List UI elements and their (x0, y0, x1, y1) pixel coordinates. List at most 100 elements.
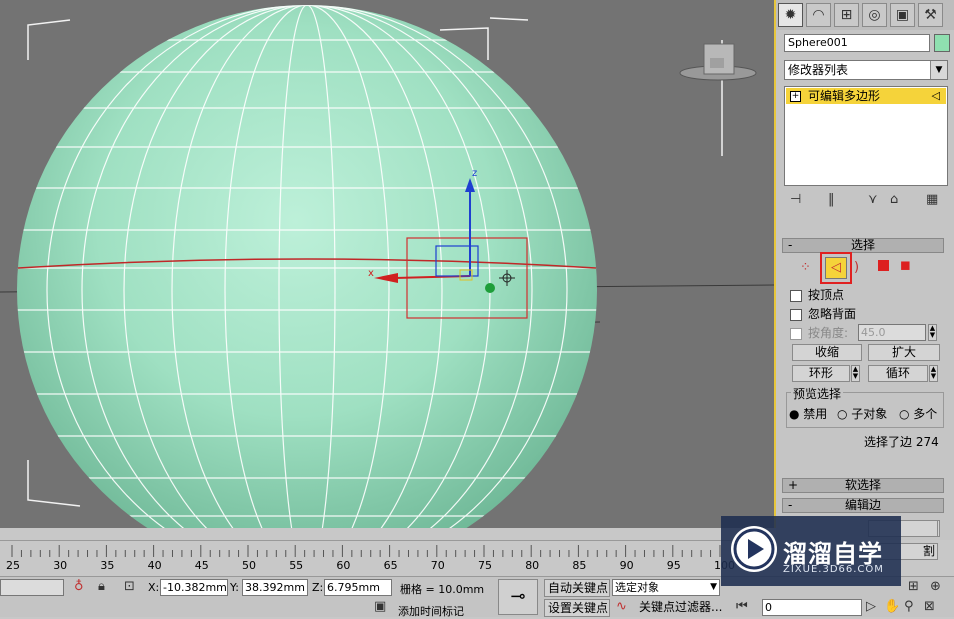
zoom-all-icon[interactable]: ⊕ (930, 579, 941, 594)
utilities-icon: ⚒ (924, 7, 937, 23)
z-coordinate-field[interactable]: 6.795mm (324, 579, 392, 596)
show-end-result-icon[interactable]: ‖ (828, 192, 835, 207)
create-icon: ✹ (784, 7, 797, 23)
make-unique-icon[interactable]: ⋎ (868, 192, 878, 207)
edge-icon[interactable]: ◁ (825, 257, 847, 279)
object-color-swatch[interactable] (934, 34, 950, 52)
selection-status: 选择了边 274 (864, 435, 939, 449)
remove-modifier-icon[interactable]: ⌂ (890, 192, 898, 207)
add-time-tag-label[interactable]: 添加时间标记 (398, 603, 464, 619)
timeline-tick-label: 60 (336, 559, 351, 572)
set-key-button[interactable]: 设置关键点 (544, 599, 610, 617)
preview-selection-title: 预览选择 (791, 385, 844, 402)
object-name-field[interactable]: Sphere001 (784, 34, 930, 52)
edge-subobject-icon: ◁ (931, 89, 940, 102)
perspective-viewport[interactable]: z x (0, 0, 776, 528)
create-tab[interactable]: ✹ (778, 3, 803, 27)
orbit-icon[interactable]: ⚲ (904, 599, 914, 614)
key-filter-curve-icon: ∿ (616, 599, 627, 614)
isolate-icon[interactable]: ♁ (74, 579, 84, 594)
timeline-ruler[interactable]: 253035404550556065707580859095100 (0, 540, 776, 577)
selection-rollout-title: 选择 (850, 238, 875, 252)
hierarchy-tab[interactable]: ⊞ (834, 3, 859, 27)
by-angle-checkbox[interactable] (790, 327, 802, 340)
edit-edges-rollout-header[interactable]: - 编辑边 (782, 498, 944, 513)
utilities-tab[interactable]: ⚒ (918, 3, 943, 27)
absolute-mode-icon[interactable]: ⊡ (124, 579, 135, 594)
timeline-tick-label: 90 (619, 559, 634, 572)
preview-disabled-label: 禁用 (803, 407, 828, 421)
svg-text:x: x (368, 268, 374, 279)
selected-object-dropdown[interactable]: 选定对象 ▼ (612, 579, 720, 596)
preview-multi-radio[interactable]: ○ 多个 (899, 405, 937, 422)
ignore-backfacing-checkbox[interactable] (790, 308, 802, 321)
ring-button[interactable]: 环形 (792, 365, 850, 382)
timeline-tick-label: 70 (430, 559, 445, 572)
shrink-button[interactable]: 收缩 (792, 344, 862, 361)
motion-tab[interactable]: ◎ (862, 3, 887, 27)
lock-icon[interactable]: 🔒︎ (98, 579, 105, 594)
timeline-tick-label: 45 (194, 559, 209, 572)
modify-tab[interactable]: ◠ (806, 3, 831, 27)
grow-button[interactable]: 扩大 (868, 344, 940, 361)
by-angle-row[interactable]: 按角度: (790, 324, 848, 341)
collapse-sign: - (788, 498, 793, 512)
by-vertex-row[interactable]: 按顶点 (790, 286, 844, 303)
timeline-tick-label: 50 (242, 559, 256, 572)
timeline-tick-label: 85 (572, 559, 587, 572)
border-icon[interactable]: ) (854, 260, 859, 275)
vertex-icon[interactable]: ⁘ (800, 260, 811, 275)
configure-sets-icon[interactable]: ▦ (926, 192, 938, 207)
stack-toolbar: ⊣ ‖ ⋎ ⌂ ▦ (784, 190, 948, 212)
zoom-extents-all-icon[interactable]: ⊞ (908, 579, 919, 594)
preview-disabled-radio[interactable]: ● 禁用 (789, 405, 827, 422)
x-label: X: (148, 581, 160, 594)
loop-spinner[interactable]: ▲ ▼ (929, 365, 938, 382)
walk-through-icon[interactable]: ✋ (884, 599, 900, 614)
preview-subobject-radio[interactable]: ○ 子对象 (837, 405, 887, 422)
auto-key-button[interactable]: 自动关键点 (544, 579, 610, 597)
timeline-ticks (11, 545, 721, 557)
display-tab[interactable]: ▣ (890, 3, 915, 27)
polygon-icon[interactable] (878, 260, 889, 271)
pan-view-icon[interactable]: ▷ (866, 599, 876, 614)
modifier-list-dropdown[interactable]: 修改器列表 ▼ (784, 60, 948, 80)
y-label: Y: (230, 581, 239, 594)
ring-spinner[interactable]: ▲ ▼ (851, 365, 860, 382)
set-key-mode-button[interactable]: ⊸ (498, 579, 538, 615)
angle-spinner[interactable]: ▲ ▼ (928, 324, 937, 341)
preview-multi-label: 多个 (913, 407, 938, 421)
time-tag-icon[interactable]: ▣ (374, 599, 386, 614)
y-coordinate-field[interactable]: 38.392mm (242, 579, 308, 596)
key-filters-button[interactable]: 关键点过滤器... (636, 599, 726, 617)
expand-icon[interactable]: + (790, 91, 801, 102)
current-frame-field[interactable]: 0 (762, 599, 862, 616)
watermark: 溜溜自学 ZIXUE.3D66.COM (721, 516, 901, 586)
maxscript-listener[interactable] (0, 579, 64, 596)
timeline-tick-label: 40 (147, 559, 162, 572)
go-to-start-icon[interactable]: ⏮ (736, 599, 748, 614)
timeline-tick-label: 80 (525, 559, 540, 572)
viewport-scene: z x (0, 5, 774, 528)
chevron-down-icon: ▼ (710, 582, 717, 592)
selection-rollout-header[interactable]: - 选择 (782, 238, 944, 253)
loop-button[interactable]: 循环 (868, 365, 928, 382)
selected-object-value: 选定对象 (615, 581, 659, 594)
viewcube[interactable] (679, 43, 757, 81)
modifier-stack: + 可编辑多边形 ◁ (784, 86, 948, 186)
soft-selection-rollout-header[interactable]: + 软选择 (782, 478, 944, 493)
by-angle-label: 按角度: (808, 326, 849, 340)
watermark-url: ZIXUE.3D66.COM (783, 564, 884, 575)
preview-selection-group: 预览选择 ● 禁用 ○ 子对象 ○ 多个 (786, 385, 944, 428)
ignore-backfacing-row[interactable]: 忽略背面 (790, 305, 856, 322)
command-panel: ✹ ◠ ⊞ ◎ ▣ ⚒ Sphere001 修改器列表 ▼ + 可编辑多边形 ◁… (776, 0, 954, 540)
angle-value-field[interactable]: 45.0 (858, 324, 926, 341)
sphere-mesh[interactable] (17, 5, 597, 528)
chevron-down-icon: ▼ (930, 61, 947, 79)
by-vertex-checkbox[interactable] (790, 289, 802, 302)
element-icon[interactable]: ◼ (900, 258, 911, 273)
pin-stack-icon[interactable]: ⊣ (790, 192, 801, 207)
x-coordinate-field[interactable]: -10.382mm (160, 579, 228, 596)
maximize-viewport-icon[interactable]: ⊠ (924, 599, 935, 614)
stack-item-editable-poly[interactable]: + 可编辑多边形 ◁ (786, 88, 946, 104)
